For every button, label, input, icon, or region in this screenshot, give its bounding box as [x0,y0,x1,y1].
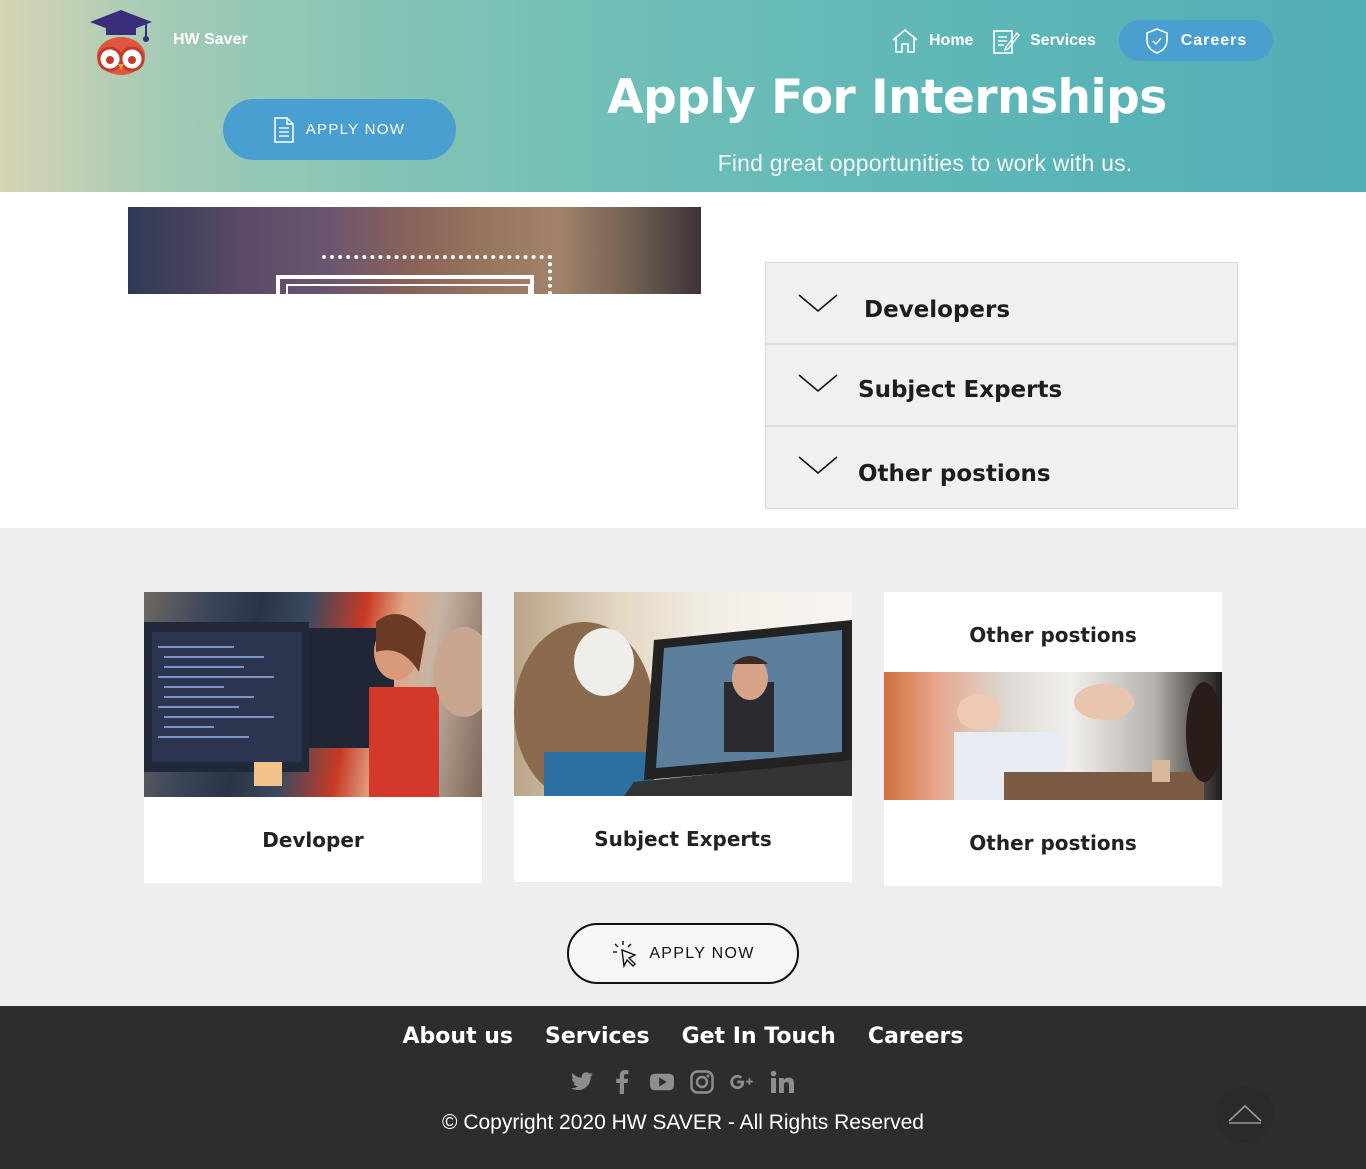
card-label: Subject Experts [594,827,772,851]
card-subject-experts[interactable]: Subject Experts [514,592,852,882]
chevron-down-icon [798,374,838,393]
edit-document-icon [993,30,1020,54]
developers-photo [144,592,482,797]
scroll-to-top-button[interactable] [1216,1085,1274,1143]
brand-name[interactable]: HW Saver [173,31,248,49]
nav-services[interactable]: Services [992,26,1096,56]
accordion-label: Subject Experts [858,377,1063,403]
footer-link-careers[interactable]: Careers [868,1024,964,1049]
page-subtitle: Find great opportunities to work with us… [717,150,1133,176]
nav-careers-label: Careers [1180,31,1248,49]
positions-accordion: Developers Subject Experts Other postion… [765,262,1238,509]
chevron-down-icon [798,294,838,313]
footer: About us Services Get In Touch Careers ©… [0,1006,1366,1169]
accordion-label: Developers [864,297,1011,323]
footer-link-about[interactable]: About us [403,1024,513,1049]
hero-header: HW Saver Home Services Careers APPLY NOW… [0,0,1366,192]
nav-services-label: Services [1030,32,1096,49]
apply-now-label: APPLY NOW [649,944,755,962]
footer-links: About us Services Get In Touch Careers [0,1024,1366,1049]
cursor-click-icon [613,940,638,968]
accordion-item-subject-experts[interactable]: Subject Experts [766,345,1237,427]
apply-now-hero-label: APPLY NOW [305,121,406,138]
subject-experts-photo [514,592,852,796]
facebook-icon[interactable] [610,1068,634,1096]
copyright-text: © Copyright 2020 HW SAVER - All Rights R… [442,1111,924,1134]
document-icon [273,116,294,143]
youtube-icon[interactable] [650,1068,674,1096]
team-banner-image [128,207,701,294]
other-positions-photo [884,672,1222,800]
accordion-item-other-positions[interactable]: Other postions [766,427,1237,508]
social-links [570,1068,794,1096]
owl-logo-icon[interactable] [86,8,156,76]
card-label: Other postions [969,831,1137,855]
linkedin-icon[interactable] [770,1068,794,1096]
apply-now-hero-button[interactable]: APPLY NOW [223,99,456,160]
instagram-icon[interactable] [690,1068,714,1096]
accordion-label: Other postions [858,461,1051,487]
twitter-icon[interactable] [570,1068,594,1096]
chevron-up-icon [1228,1104,1262,1124]
nav-home[interactable]: Home [891,26,973,56]
apply-now-button[interactable]: APPLY NOW [567,923,799,984]
chevron-down-icon [798,456,838,475]
shield-check-icon [1145,27,1168,54]
nav-careers-button[interactable]: Careers [1119,20,1273,61]
card-other-positions[interactable]: Other postions Other postions [884,592,1222,886]
nav-home-label: Home [929,32,974,49]
google-plus-icon[interactable] [730,1068,754,1096]
home-icon [892,28,918,53]
page-title: Apply For Internships [607,70,1167,125]
footer-link-services[interactable]: Services [545,1024,650,1049]
card-label: Devloper [262,828,364,852]
card-developer[interactable]: Devloper [144,592,482,883]
accordion-item-developers[interactable]: Developers [766,263,1237,345]
footer-link-get-in-touch[interactable]: Get In Touch [682,1024,836,1049]
card-top-label: Other postions [969,623,1137,647]
